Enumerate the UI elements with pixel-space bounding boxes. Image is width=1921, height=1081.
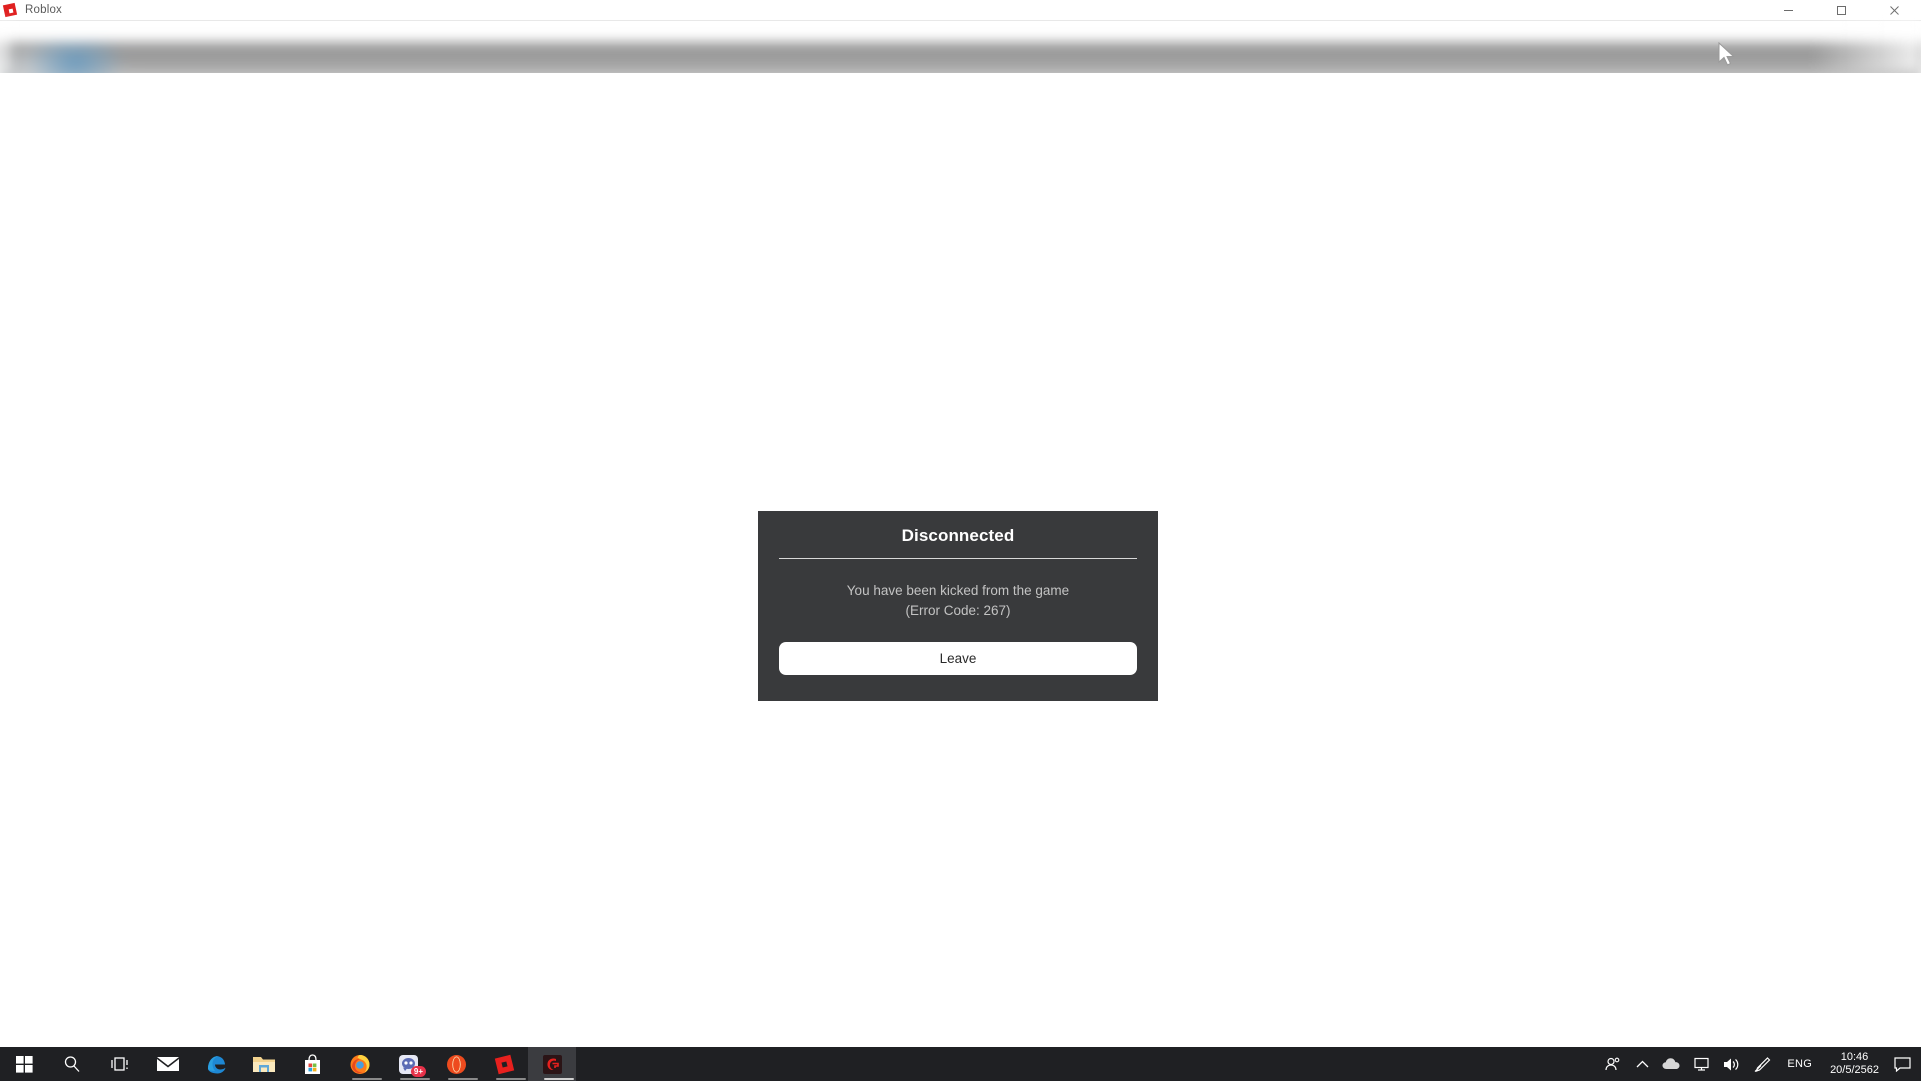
onedrive-icon[interactable]: [1657, 1047, 1687, 1081]
dialog-message-line1: You have been kicked from the game: [846, 583, 1070, 598]
dialog-message-line2: (Error Code: 267): [905, 603, 1011, 618]
clock-date: 20/5/2562: [1830, 1064, 1879, 1076]
messenger-running-indicator: [400, 1078, 430, 1080]
game-content-area: Disconnected You have been kicked from t…: [0, 73, 1921, 1047]
clock[interactable]: 10:46 20/5/2562: [1822, 1051, 1887, 1077]
people-icon[interactable]: [1597, 1047, 1627, 1081]
clock-time: 10:46: [1840, 1051, 1869, 1063]
garena-app[interactable]: [528, 1047, 576, 1081]
window-title-bar: Roblox: [0, 0, 1921, 21]
roblox-window: Roblox Disconnected You have been kicked: [0, 0, 1921, 1047]
roblox-app[interactable]: [480, 1047, 528, 1081]
volume-icon[interactable]: [1717, 1047, 1747, 1081]
garena-running-indicator: [544, 1078, 574, 1080]
opera-icon: [446, 1054, 466, 1074]
roblox-running-indicator: [496, 1078, 526, 1080]
garena-icon: [542, 1054, 562, 1074]
search-icon: [64, 1056, 80, 1072]
disconnected-dialog: Disconnected You have been kicked from t…: [758, 511, 1158, 701]
edge-icon: [208, 1056, 226, 1074]
firefox-running-indicator: [352, 1078, 382, 1080]
opera-browser[interactable]: [432, 1047, 480, 1081]
mail-icon: [157, 1057, 179, 1071]
microsoft-store[interactable]: [288, 1047, 336, 1081]
blurred-topbar-left-fade: [0, 21, 16, 73]
store-icon: [304, 1053, 320, 1074]
minimize-button[interactable]: [1762, 0, 1815, 21]
messenger-app[interactable]: 9+: [384, 1047, 432, 1081]
network-icon[interactable]: [1687, 1047, 1717, 1081]
blurred-topbar: [0, 21, 1921, 73]
window-title: Roblox: [25, 4, 62, 16]
system-tray: ENG 10:46 20/5/2562: [1597, 1047, 1921, 1081]
firefox-icon: [350, 1055, 370, 1074]
task-view-icon: [110, 1057, 128, 1071]
mail-app[interactable]: [144, 1047, 192, 1081]
dialog-title: Disconnected: [901, 526, 1015, 545]
task-view-button[interactable]: [96, 1047, 144, 1081]
folder-icon: [253, 1057, 275, 1072]
blurred-topbar-right-fade: [1811, 21, 1921, 73]
mouse-pointer-icon: [1718, 42, 1735, 66]
maximize-button[interactable]: [1815, 0, 1868, 21]
edge-browser[interactable]: [192, 1047, 240, 1081]
leave-button[interactable]: Leave: [779, 642, 1137, 675]
file-explorer[interactable]: [240, 1047, 288, 1081]
firefox-browser[interactable]: [336, 1047, 384, 1081]
roblox-icon: [494, 1054, 514, 1074]
show-hidden-icons-chevron[interactable]: [1627, 1047, 1657, 1081]
roblox-logo-icon: [2, 2, 18, 18]
window-controls: [1762, 0, 1921, 21]
dialog-divider: [779, 558, 1137, 559]
action-center-icon[interactable]: [1887, 1047, 1917, 1081]
start-button[interactable]: [0, 1047, 48, 1081]
dialog-message: You have been kicked from the game (Erro…: [847, 581, 1069, 621]
pen-icon[interactable]: [1747, 1047, 1777, 1081]
close-button[interactable]: [1868, 0, 1921, 21]
messenger-badge: 9+: [410, 1066, 426, 1077]
language-indicator[interactable]: ENG: [1777, 1058, 1822, 1070]
search-button[interactable]: [48, 1047, 96, 1081]
opera-running-indicator: [448, 1078, 478, 1080]
